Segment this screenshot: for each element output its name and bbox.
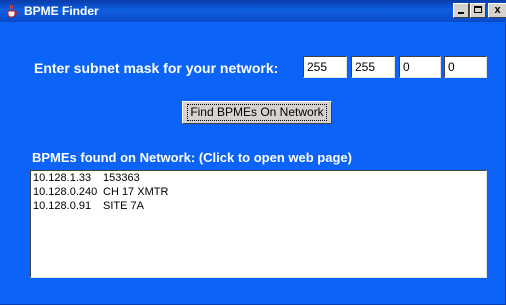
list-item-ip: 10.128.0.91 <box>33 200 92 212</box>
minimize-button[interactable] <box>453 3 469 18</box>
subnet-octet-4-input[interactable] <box>444 56 487 78</box>
minimize-icon <box>458 12 464 14</box>
subnet-octet-3-input[interactable] <box>399 56 441 78</box>
maximize-icon <box>474 6 482 13</box>
close-button[interactable]: x <box>488 3 506 18</box>
results-list[interactable]: 10.128.1.33 153363 10.128.0.240 CH 17 XM… <box>30 170 487 278</box>
list-item-name: SITE 7A <box>103 200 144 212</box>
list-item-name: CH 17 XMTR <box>103 186 169 198</box>
list-item[interactable]: 10.128.0.91 SITE 7A <box>31 199 486 213</box>
maximize-button[interactable] <box>470 3 486 18</box>
subnet-octet-1-input[interactable] <box>303 56 347 78</box>
bpme-finder-window: BPME Finder x Enter subnet mask for your… <box>0 0 506 305</box>
list-item[interactable]: 10.128.0.240 CH 17 XMTR <box>31 185 486 199</box>
title-bar[interactable]: BPME Finder x <box>0 0 506 22</box>
find-bpmes-button-label: Find BPMEs On Network <box>187 104 327 121</box>
find-bpmes-button[interactable]: Find BPMEs On Network <box>182 101 332 124</box>
subnet-prompt-label: Enter subnet mask for your network: <box>34 60 279 76</box>
window-title: BPME Finder <box>24 4 99 18</box>
list-item-ip: 10.128.0.240 <box>33 186 98 198</box>
results-label: BPMEs found on Network: (Click to open w… <box>32 150 352 165</box>
java-cup-icon <box>7 4 18 18</box>
list-item-name: 153363 <box>103 172 140 184</box>
list-item-ip: 10.128.1.33 <box>33 172 92 184</box>
subnet-octet-2-input[interactable] <box>351 56 395 78</box>
close-icon: x <box>494 4 501 16</box>
list-item[interactable]: 10.128.1.33 153363 <box>31 171 486 185</box>
